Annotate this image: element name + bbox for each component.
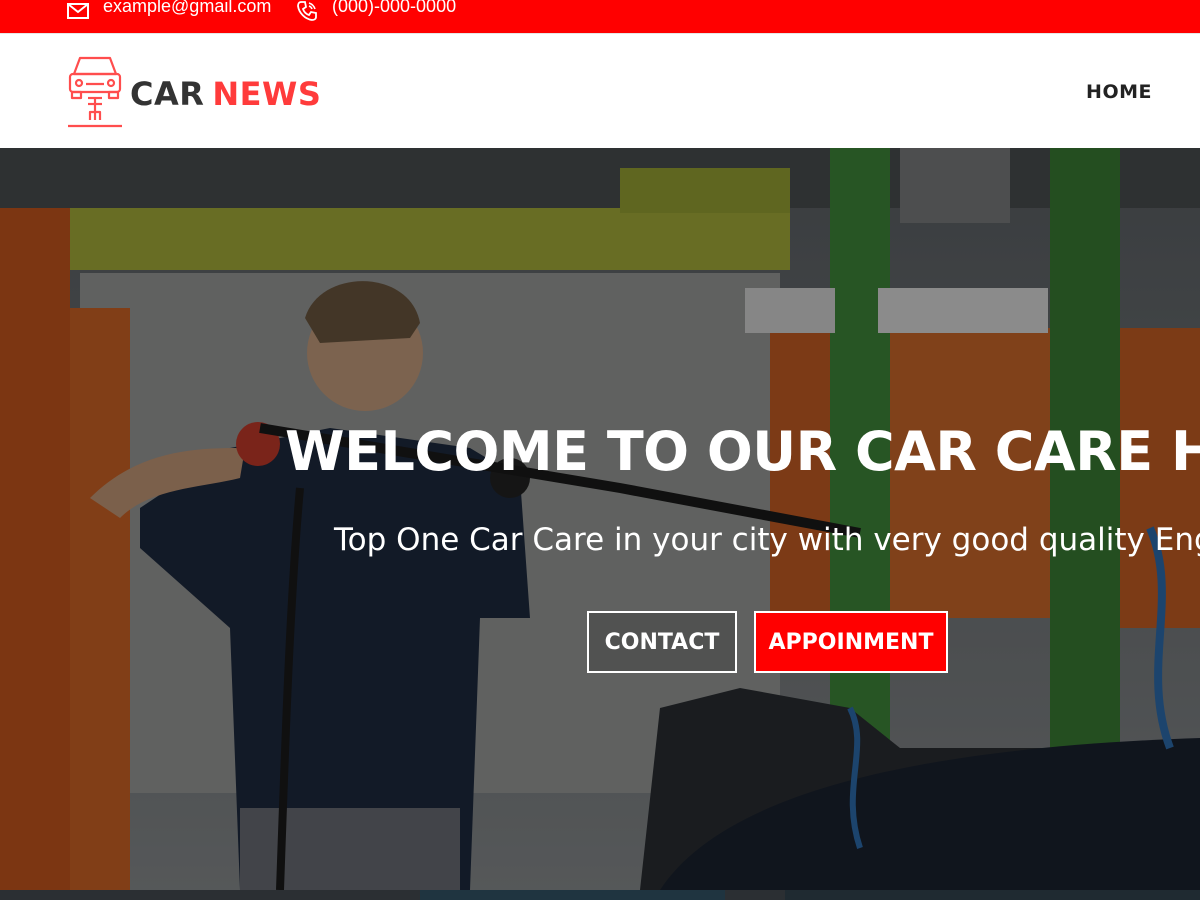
bottom-strip (0, 890, 1200, 900)
hero-title: WELCOME TO OUR CAR CARE HOUSE (285, 420, 1200, 483)
email-text[interactable]: example@gmail.com (103, 0, 271, 15)
phone-text[interactable]: (000)-000-0000 (332, 0, 456, 15)
appointment-button[interactable]: APPOINMENT (754, 611, 948, 673)
hero-subtitle: Top One Car Care in your city with very … (334, 522, 1200, 558)
hero-banner: WELCOME TO OUR CAR CARE HOUSE Top One Ca… (0, 148, 1200, 890)
phone-contact[interactable]: (000)-000-0000 (296, 0, 456, 22)
site-logo[interactable]: CAR NEWS (66, 54, 321, 133)
bottom-strip-segment (420, 890, 725, 900)
phone-icon (296, 0, 318, 22)
bottom-strip-segment (785, 890, 1200, 900)
envelope-icon (67, 3, 89, 19)
top-contact-bar: example@gmail.com (000)-000-0000 (0, 0, 1200, 33)
email-contact[interactable]: example@gmail.com (67, 0, 271, 22)
nav-home-link[interactable]: HOME (1086, 81, 1152, 103)
car-lift-icon (66, 54, 124, 133)
site-header: CAR NEWS HOME (0, 33, 1200, 149)
brand-name: CAR NEWS (130, 75, 321, 113)
hero-overlay (0, 148, 1200, 890)
brand-word-car: CAR (130, 74, 205, 113)
brand-word-news: NEWS (212, 74, 322, 113)
contact-button[interactable]: CONTACT (587, 611, 737, 673)
